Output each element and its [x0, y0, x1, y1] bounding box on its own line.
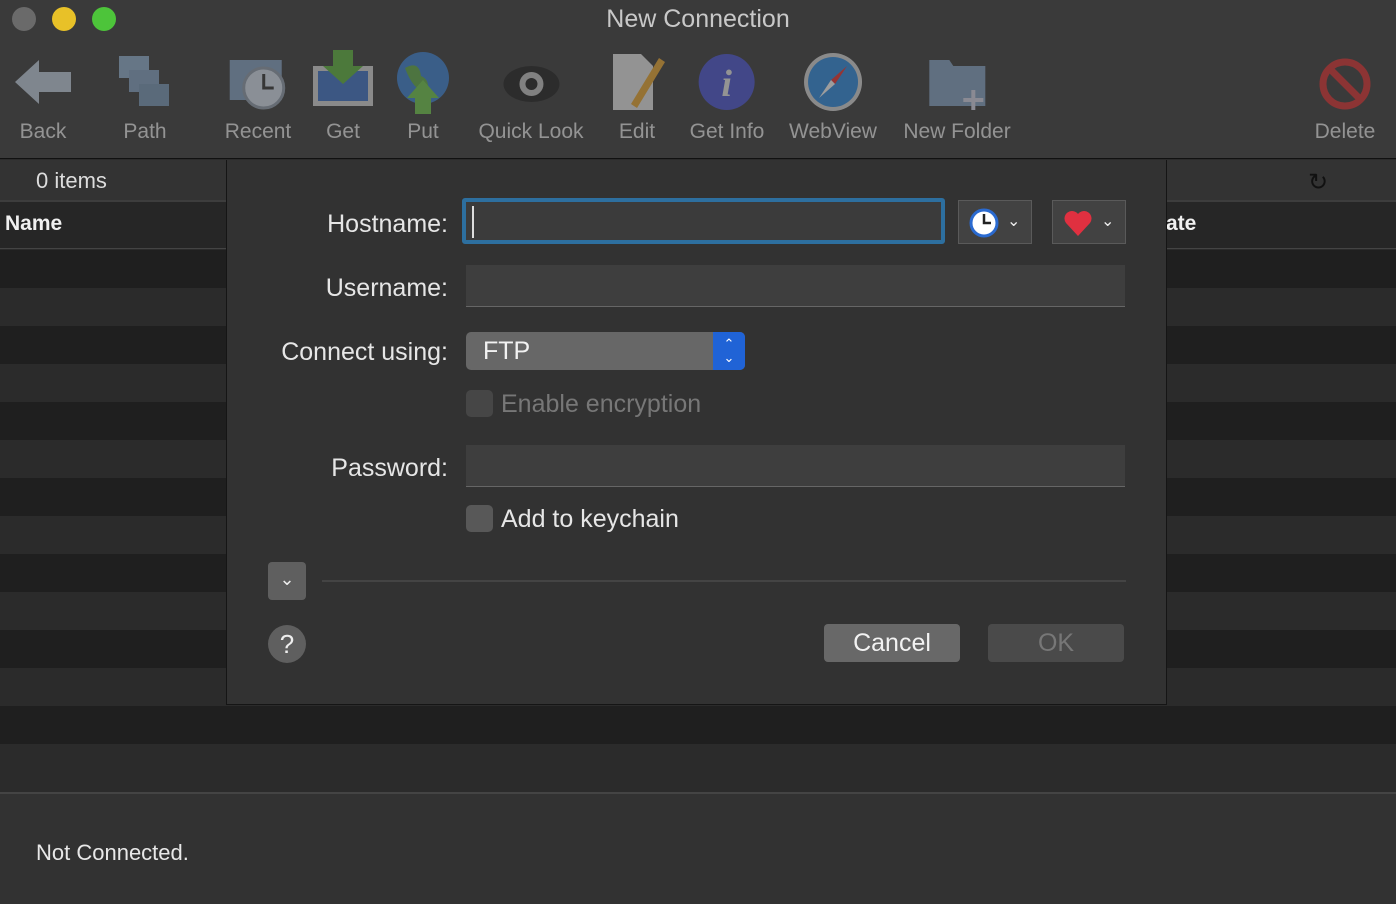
toolbar-label: Get Info: [689, 120, 765, 143]
divider: [322, 580, 1126, 582]
toolbar-path[interactable]: Path: [113, 50, 177, 155]
new-folder-icon: [929, 60, 985, 110]
toolbar-delete[interactable]: Delete: [1313, 50, 1377, 155]
toolbar-recent[interactable]: Recent: [224, 50, 292, 155]
enable-encryption-checkbox[interactable]: [466, 390, 493, 417]
download-icon: [313, 50, 373, 106]
history-popup[interactable]: ⌄: [958, 200, 1032, 244]
compass-icon: [804, 53, 862, 111]
password-label: Password:: [331, 454, 448, 482]
enable-encryption-label: Enable encryption: [501, 390, 702, 418]
toolbar-label: Back: [19, 120, 67, 143]
chevron-down-icon: ⌄: [1101, 213, 1115, 230]
column-name[interactable]: Name: [5, 212, 62, 236]
toolbar-back[interactable]: Back: [11, 50, 75, 155]
help-button[interactable]: ?: [268, 625, 306, 663]
chevron-down-icon: ⌄: [1007, 213, 1021, 230]
toolbar-quick-look[interactable]: Quick Look: [478, 50, 584, 155]
chevron-down-icon: ⌄: [279, 569, 295, 589]
add-to-keychain-checkbox[interactable]: [466, 505, 493, 532]
toolbar-label: Get: [326, 120, 360, 143]
item-count: 0 items: [36, 168, 107, 193]
refresh-icon[interactable]: ↻: [1308, 168, 1328, 197]
upload-globe-icon: [397, 52, 449, 114]
edit-pencil-icon: [613, 54, 665, 110]
bookmarks-popup[interactable]: ⌄: [1052, 200, 1126, 244]
toolbar-label: Path: [123, 120, 167, 143]
toolbar-label: Recent: [224, 120, 292, 143]
table-row[interactable]: [0, 706, 1396, 744]
add-to-keychain-label: Add to keychain: [501, 505, 679, 533]
svg-text:i: i: [722, 63, 733, 105]
heart-icon: [1064, 211, 1092, 236]
cancel-button[interactable]: Cancel: [824, 624, 960, 662]
table-row[interactable]: [0, 744, 1396, 782]
toolbar-new-folder[interactable]: New Folder: [903, 50, 1011, 155]
recent-clock-folder-icon: [229, 60, 286, 110]
protocol-value: FTP: [483, 337, 531, 365]
text-caret: [472, 206, 474, 238]
toolbar-label: New Folder: [903, 120, 1011, 143]
protocol-select[interactable]: FTP: [466, 332, 745, 370]
hostname-label: Hostname:: [327, 210, 448, 238]
toolbar-label: Put: [407, 120, 439, 143]
toolbar-edit[interactable]: Edit: [605, 50, 669, 155]
window-title: New Connection: [606, 5, 790, 33]
status-text: Not Connected.: [36, 840, 189, 865]
toolbar-get[interactable]: Get: [311, 50, 375, 155]
select-stepper-icon[interactable]: ⌃ ⌄: [713, 332, 745, 370]
username-label: Username:: [325, 274, 448, 302]
status-bar: [0, 792, 1396, 904]
toolbar-label: WebView: [789, 120, 877, 143]
eye-icon: [503, 66, 559, 102]
toolbar-get-info[interactable]: i Get Info: [689, 50, 765, 155]
toolbar-put[interactable]: Put: [391, 50, 455, 155]
column-date[interactable]: ate: [1166, 212, 1196, 236]
ok-button[interactable]: OK: [988, 624, 1124, 662]
toolbar-webview[interactable]: WebView: [789, 50, 877, 155]
disclosure-button[interactable]: ⌄: [268, 562, 306, 600]
password-input[interactable]: [466, 445, 1125, 487]
username-input[interactable]: [466, 265, 1125, 307]
toolbar-label: Edit: [618, 120, 656, 143]
toolbar-label: Quick Look: [478, 120, 584, 143]
delete-icon: [1319, 58, 1371, 110]
connect-using-label: Connect using:: [281, 338, 448, 366]
info-icon: i: [699, 54, 755, 110]
hostname-input[interactable]: [462, 198, 945, 244]
clock-icon: [969, 208, 999, 238]
path-folders-icon: [119, 56, 169, 106]
toolbar-label: Delete: [1314, 120, 1376, 143]
back-arrow-icon: [15, 60, 71, 104]
